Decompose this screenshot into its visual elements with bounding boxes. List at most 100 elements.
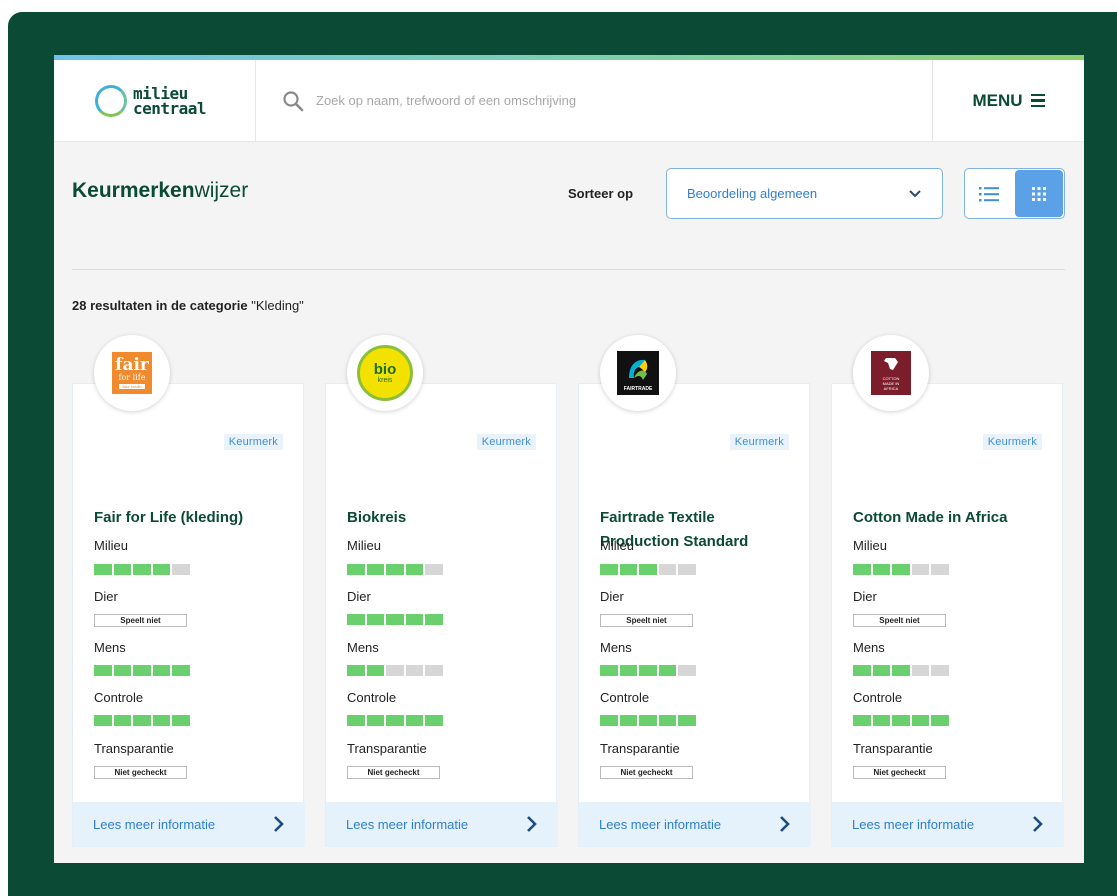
read-more-link[interactable]: Lees meer informatie bbox=[579, 802, 811, 846]
score-segment bbox=[172, 564, 190, 575]
criterion-label-dier: Dier bbox=[347, 589, 371, 604]
milieu-centraal-logo[interactable]: milieu centraal bbox=[54, 60, 256, 141]
browser-window: milieu centraal MENU Keurmerkenwijzer So… bbox=[54, 55, 1084, 863]
score-segment bbox=[425, 665, 443, 676]
score-segment bbox=[386, 715, 404, 726]
page-title: Keurmerkenwijzer bbox=[72, 179, 249, 202]
score-segment bbox=[405, 614, 424, 625]
score-segment bbox=[386, 665, 404, 676]
score-segment bbox=[639, 564, 657, 575]
score-segment bbox=[892, 715, 910, 726]
criterion-label-transparantie: Transparantie bbox=[853, 741, 933, 756]
card-title[interactable]: Biokreis bbox=[347, 506, 537, 530]
chevron-down-icon bbox=[909, 189, 921, 197]
status-pill-transparantie: Niet gecheckt bbox=[853, 766, 946, 779]
score-segment bbox=[853, 665, 871, 676]
label-card[interactable]: fair for life fair trade Keurmerk Fair f… bbox=[72, 335, 305, 847]
card-title[interactable]: Cotton Made in Africa bbox=[853, 506, 1043, 530]
score-segment bbox=[347, 614, 365, 625]
fair-for-life-logo: fair for life fair trade bbox=[94, 335, 170, 411]
score-bar-controle bbox=[94, 715, 190, 726]
chevron-right-icon bbox=[780, 816, 790, 832]
status-pill-transparantie: Niet gecheckt bbox=[94, 766, 187, 779]
biokreis-logo: bio kreis bbox=[347, 335, 423, 411]
sort-dropdown[interactable]: Beoordeling algemeen bbox=[666, 168, 943, 219]
score-segment bbox=[931, 564, 949, 575]
grid-view-button[interactable] bbox=[1014, 170, 1063, 217]
section-divider bbox=[72, 269, 1065, 270]
score-segment bbox=[892, 564, 910, 575]
search-input[interactable] bbox=[316, 93, 836, 108]
keurmerk-badge: Keurmerk bbox=[476, 434, 536, 450]
criterion-label-controle: Controle bbox=[347, 690, 397, 705]
chevron-right-icon bbox=[527, 816, 537, 832]
list-view-icon bbox=[979, 186, 1000, 201]
criterion-label-transparantie: Transparantie bbox=[94, 741, 174, 756]
score-segment bbox=[386, 614, 404, 625]
criterion-label-mens: Mens bbox=[853, 640, 885, 655]
score-segment bbox=[94, 715, 112, 726]
score-segment bbox=[911, 715, 930, 726]
score-segment bbox=[94, 564, 112, 575]
score-segment bbox=[366, 715, 385, 726]
search-bar bbox=[256, 60, 932, 141]
score-segment bbox=[366, 614, 385, 625]
criterion-label-dier: Dier bbox=[853, 589, 877, 604]
label-card[interactable]: COTTON MADE IN AFRICA Keurmerk Cotton Ma… bbox=[831, 335, 1064, 847]
score-segment bbox=[152, 564, 171, 575]
criterion-label-dier: Dier bbox=[94, 589, 118, 604]
search-icon[interactable] bbox=[282, 90, 304, 112]
card-title[interactable]: Fair for Life (kleding) bbox=[94, 506, 284, 530]
score-segment bbox=[931, 715, 949, 726]
score-bar-controle bbox=[853, 715, 949, 726]
score-segment bbox=[172, 665, 190, 676]
label-card[interactable]: bio kreis Keurmerk Biokreis Milieu Dier … bbox=[325, 335, 558, 847]
score-segment bbox=[872, 665, 891, 676]
keurmerk-badge: Keurmerk bbox=[982, 434, 1042, 450]
score-segment bbox=[133, 665, 151, 676]
label-card[interactable]: FAIRTRADE Keurmerk Fairtrade Textile Pro… bbox=[578, 335, 811, 847]
score-segment bbox=[619, 715, 638, 726]
score-segment bbox=[152, 665, 171, 676]
score-segment bbox=[619, 564, 638, 575]
list-view-button[interactable] bbox=[965, 169, 1014, 218]
criterion-label-controle: Controle bbox=[600, 690, 650, 705]
score-segment bbox=[639, 665, 657, 676]
read-more-link[interactable]: Lees meer informatie bbox=[832, 802, 1064, 846]
score-segment bbox=[911, 564, 930, 575]
read-more-label: Lees meer informatie bbox=[93, 816, 216, 832]
read-more-link[interactable]: Lees meer informatie bbox=[326, 802, 558, 846]
score-bar-controle bbox=[600, 715, 696, 726]
fairtrade-logo: FAIRTRADE bbox=[600, 335, 676, 411]
criterion-label-controle: Controle bbox=[853, 690, 903, 705]
menu-label: MENU bbox=[972, 90, 1023, 110]
criterion-label-milieu: Milieu bbox=[347, 538, 381, 553]
chevron-right-icon bbox=[1033, 816, 1043, 832]
score-segment bbox=[113, 715, 132, 726]
read-more-link[interactable]: Lees meer informatie bbox=[73, 802, 305, 846]
criterion-label-mens: Mens bbox=[94, 640, 126, 655]
chevron-right-icon bbox=[274, 816, 284, 832]
status-pill-transparantie: Niet gecheckt bbox=[600, 766, 693, 779]
grid-view-icon bbox=[1031, 186, 1046, 201]
score-segment bbox=[347, 665, 365, 676]
score-segment bbox=[425, 564, 443, 575]
score-segment bbox=[658, 665, 677, 676]
criterion-label-milieu: Milieu bbox=[853, 538, 887, 553]
keurmerk-badge: Keurmerk bbox=[729, 434, 789, 450]
menu-button[interactable]: MENU bbox=[932, 60, 1084, 141]
status-pill-dier: Speelt niet bbox=[600, 614, 693, 627]
status-pill-dier: Speelt niet bbox=[94, 614, 187, 627]
score-segment bbox=[639, 715, 657, 726]
results-summary: 28 resultaten in de categorie "Kleding" bbox=[72, 298, 304, 313]
logo-ring-icon bbox=[95, 84, 127, 117]
score-segment bbox=[133, 715, 151, 726]
score-bar-milieu bbox=[853, 564, 949, 575]
score-segment bbox=[152, 715, 171, 726]
score-segment bbox=[600, 564, 618, 575]
score-segment bbox=[386, 564, 404, 575]
score-segment bbox=[366, 564, 385, 575]
score-segment bbox=[892, 665, 910, 676]
score-segment bbox=[113, 665, 132, 676]
logo-line-2: centraal bbox=[133, 98, 207, 118]
